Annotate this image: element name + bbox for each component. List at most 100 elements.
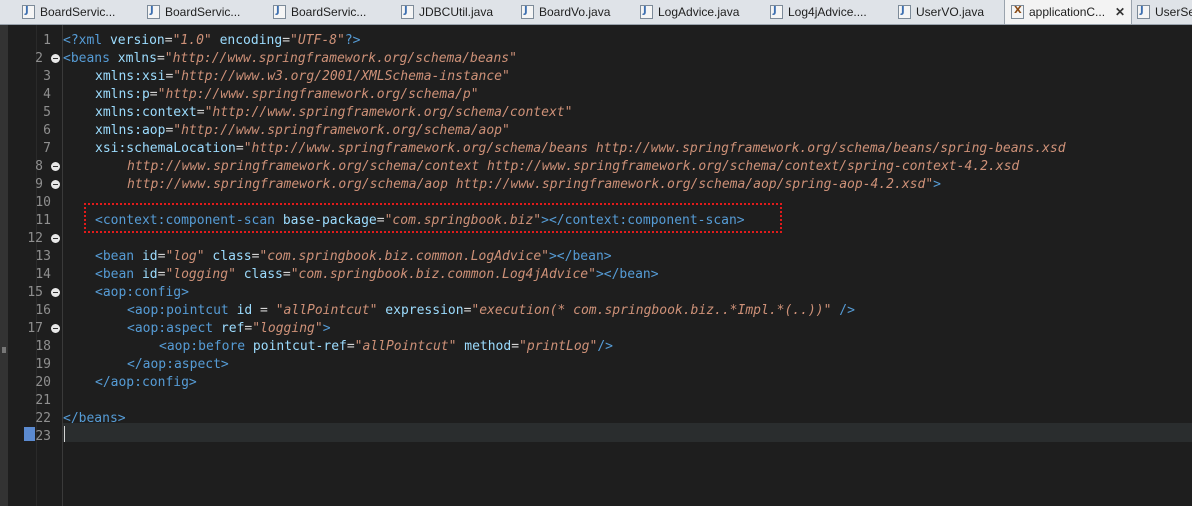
code-line[interactable]: </aop:config> xyxy=(95,374,197,392)
code-token: > xyxy=(322,321,331,336)
code-line[interactable]: xsi:schemaLocation="http://www.springfra… xyxy=(95,140,1066,158)
code-token: "com.springbook.biz.common.LogAdvice" xyxy=(259,249,549,264)
code-line[interactable]: <bean id="logging" class="com.springbook… xyxy=(95,266,659,284)
java-file-icon xyxy=(1137,4,1150,19)
code-token: = xyxy=(252,303,276,318)
code-line[interactable]: <aop:pointcut id = "allPointcut" express… xyxy=(127,302,855,320)
code-line[interactable]: xmlns:p="http://www.springframework.org/… xyxy=(95,86,479,104)
code-token: </aop:aspect> xyxy=(127,357,229,372)
code-token: xmlns xyxy=(117,51,157,66)
code-line[interactable]: xmlns:context="http://www.springframewor… xyxy=(95,104,572,122)
code-token: = xyxy=(282,267,291,282)
code-token: id xyxy=(236,303,253,318)
code-token: <aop:pointcut xyxy=(127,303,237,318)
code-line[interactable]: <aop:before pointcut-ref="allPointcut" m… xyxy=(159,338,613,356)
code-token: "com.springbook.biz" xyxy=(384,213,542,228)
code-token: = xyxy=(149,87,158,102)
java-file-icon xyxy=(640,4,653,19)
editor-tab[interactable]: BoardServic... xyxy=(147,0,240,23)
code-token: pointcut-ref xyxy=(252,339,347,354)
ruler-marker xyxy=(2,347,6,353)
code-token: "logging" xyxy=(252,321,323,336)
code-token: expression xyxy=(385,303,464,318)
code-token: "allPointcut" xyxy=(275,303,378,318)
current-line-highlight xyxy=(63,423,1192,442)
code-line[interactable]: <aop:aspect ref="logging"> xyxy=(127,320,331,338)
code-line[interactable]: </beans> xyxy=(63,410,126,428)
code-editor[interactable]: 1 <?xml version="1.0" encoding="UTF-8"?> 2… xyxy=(0,25,1192,506)
code-token: ?> xyxy=(344,33,361,48)
editor-tab[interactable]: Log4jAdvice.... xyxy=(770,0,867,23)
line-number: 10 xyxy=(35,195,51,210)
code-line[interactable]: http://www.springframework.org/schema/co… xyxy=(127,158,1019,176)
code-token: = xyxy=(282,33,291,48)
java-file-icon xyxy=(273,4,286,19)
code-token: <bean xyxy=(95,249,142,264)
editor-tab[interactable]: BoardVo.java xyxy=(521,0,610,23)
code-token: ></bean> xyxy=(548,249,612,264)
tab-label: UserVO.java xyxy=(916,4,985,19)
code-line[interactable]: http://www.springframework.org/schema/ao… xyxy=(127,176,941,194)
code-line[interactable]: xmlns:aop="http://www.springframework.or… xyxy=(95,122,510,140)
tab-label: BoardServic... xyxy=(291,4,367,19)
fold-toggle-icon[interactable] xyxy=(51,180,60,189)
editor-tab[interactable]: JDBCUtil.java xyxy=(401,0,493,23)
java-file-icon xyxy=(521,4,534,19)
close-icon[interactable]: ✕ xyxy=(1115,5,1125,19)
code-token: "com.springbook.biz.common.Log4jAdvice" xyxy=(290,267,596,282)
fold-toggle-icon[interactable] xyxy=(51,324,60,333)
editor-tab[interactable]: LogAdvice.java xyxy=(640,0,739,23)
code-token: base-package xyxy=(282,213,377,228)
code-token: "http://www.w3.org/2001/XMLSchema-instan… xyxy=(173,69,510,84)
code-token: class xyxy=(243,267,283,282)
code-token: </beans> xyxy=(63,411,126,426)
tab-label: BoardServic... xyxy=(40,4,116,19)
code-token: <context:component-scan xyxy=(95,213,283,228)
code-token: method xyxy=(464,339,512,354)
fold-toggle-icon[interactable] xyxy=(51,234,60,243)
code-line[interactable]: <context:component-scan base-package="co… xyxy=(95,212,745,230)
code-token: = xyxy=(511,339,520,354)
editor-tab[interactable]: UserVO.java xyxy=(898,0,984,23)
code-line[interactable]: <?xml version="1.0" encoding="UTF-8"?> xyxy=(63,32,360,50)
code-token: <aop:config> xyxy=(95,285,189,300)
code-token: <beans xyxy=(63,51,118,66)
editor-tab[interactable]: BoardServic... xyxy=(273,0,366,23)
code-token: = xyxy=(196,105,205,120)
editor-tab[interactable]: applicationC... ✕ xyxy=(1004,0,1133,24)
line-number: 2 xyxy=(35,51,43,66)
java-file-icon xyxy=(147,4,160,19)
code-token: /> xyxy=(597,339,613,354)
code-token: "printLog" xyxy=(519,339,598,354)
fold-toggle-icon[interactable] xyxy=(51,288,60,297)
line-number: 12 xyxy=(27,231,43,246)
code-token: <bean xyxy=(95,267,142,282)
code-token: "execution(* com.springbook.biz..*Impl.*… xyxy=(471,303,832,318)
code-line[interactable]: <beans xmlns="http://www.springframework… xyxy=(63,50,517,68)
line-number: 20 xyxy=(35,375,51,390)
xml-file-icon xyxy=(1011,5,1024,19)
fold-toggle-icon[interactable] xyxy=(51,54,60,63)
editor-tab[interactable]: BoardServic... xyxy=(22,0,115,23)
code-token: > xyxy=(933,177,941,192)
code-line[interactable]: xmlns:xsi="http://www.w3.org/2001/XMLSch… xyxy=(95,68,510,86)
java-file-icon xyxy=(22,4,35,19)
line-number: 5 xyxy=(43,105,51,120)
line-number: 4 xyxy=(43,87,51,102)
code-line[interactable]: <bean id="log" class="com.springbook.biz… xyxy=(95,248,612,266)
code-line[interactable]: <aop:config> xyxy=(95,284,189,302)
code-line[interactable]: </aop:aspect> xyxy=(127,356,229,374)
line-number: 9 xyxy=(35,177,43,192)
code-token: ></bean> xyxy=(595,267,659,282)
code-token: http://www.springframework.org/schema/ao… xyxy=(127,177,934,192)
line-number: 13 xyxy=(35,249,51,264)
code-token: "logging" xyxy=(165,267,236,282)
code-token: xmlns:p xyxy=(95,87,150,102)
code-token: /> xyxy=(839,303,855,318)
code-token: xmlns:aop xyxy=(95,123,166,138)
tab-label: UserSe xyxy=(1155,4,1192,19)
code-token: xmlns:xsi xyxy=(95,69,166,84)
fold-toggle-icon[interactable] xyxy=(51,162,60,171)
code-token: encoding xyxy=(219,33,283,48)
editor-tab[interactable]: UserSe xyxy=(1137,0,1192,23)
